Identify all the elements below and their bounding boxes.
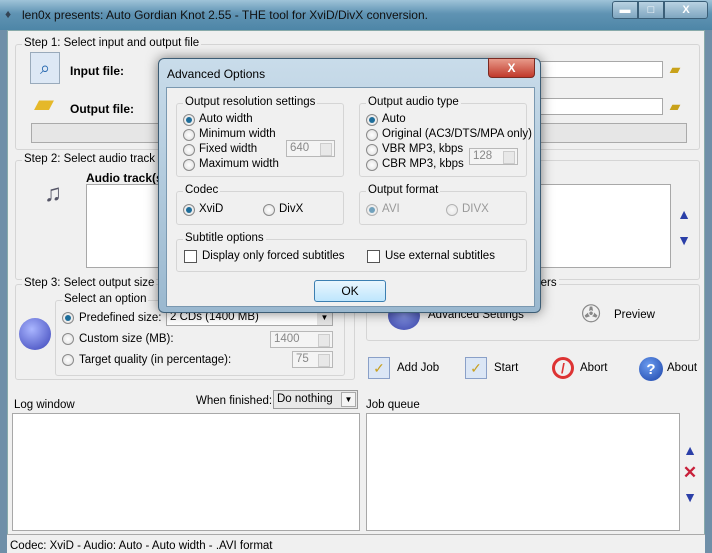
- dialog-title: Advanced Options: [167, 67, 266, 81]
- external-subtitles-label: Use external subtitles: [385, 250, 495, 262]
- audio-original-label: Original (AC3/DTS/MPA only): [382, 128, 532, 140]
- input-file-label: Input file:: [70, 64, 124, 78]
- divx-format-radio[interactable]: [446, 204, 458, 216]
- abort-icon[interactable]: /: [552, 357, 574, 379]
- vbr-mp3-label: VBR MP3, kbps: [382, 143, 464, 155]
- pie-chart-icon: [19, 318, 51, 350]
- cbr-mp3-radio[interactable]: [366, 159, 378, 171]
- audio-auto-label: Auto: [382, 113, 406, 125]
- move-up-arrow-icon[interactable]: ▲: [676, 206, 692, 222]
- film-reel-icon[interactable]: ✇: [575, 298, 607, 330]
- audio-track-label: Audio track(s: [86, 171, 163, 185]
- forced-subtitles-label: Display only forced subtitles: [202, 250, 345, 262]
- when-finished-label: When finished:: [196, 395, 273, 407]
- audio-auto-radio[interactable]: [366, 114, 378, 126]
- audio-type-title: Output audio type: [366, 96, 461, 108]
- output-format-title: Output format: [366, 184, 441, 196]
- when-finished-select[interactable]: Do nothing ▼: [273, 390, 358, 409]
- avi-label: AVI: [382, 203, 400, 215]
- minimize-button[interactable]: ▬: [612, 1, 638, 19]
- when-finished-value: Do nothing: [277, 393, 333, 405]
- external-subtitles-checkbox[interactable]: [367, 250, 380, 263]
- vbr-mp3-radio[interactable]: [366, 144, 378, 156]
- move-down-arrow-icon[interactable]: ▼: [676, 232, 692, 248]
- status-text: Codec: XviD - Audio: Auto - Auto width -…: [10, 540, 273, 552]
- queue-move-down-icon[interactable]: ▼: [682, 489, 698, 505]
- select-option-title: Select an option: [62, 293, 149, 305]
- codec-title: Codec: [183, 184, 221, 196]
- target-quality-radio[interactable]: [62, 354, 74, 366]
- auto-width-radio[interactable]: [183, 114, 195, 126]
- xvid-label: XviD: [199, 203, 224, 215]
- step2-title: Step 2: Select audio track a: [22, 153, 167, 165]
- speaker-icon: ♫: [44, 180, 62, 207]
- minimum-width-label: Minimum width: [199, 128, 276, 140]
- browse-input-folder-icon[interactable]: ▰: [667, 61, 683, 77]
- dialog-body: Output resolution settings Auto width Mi…: [166, 87, 535, 307]
- custom-size-label: Custom size (MB):: [79, 333, 174, 345]
- preview-button[interactable]: Preview: [614, 309, 655, 321]
- output-file-label: Output file:: [70, 102, 134, 116]
- divx-label: DivX: [279, 203, 304, 215]
- output-folder-icon: ▰: [34, 87, 54, 118]
- avi-radio[interactable]: [366, 204, 378, 216]
- maximum-width-radio[interactable]: [183, 159, 195, 171]
- forced-subtitles-checkbox[interactable]: [184, 250, 197, 263]
- help-icon[interactable]: ?: [639, 357, 663, 381]
- custom-size-radio[interactable]: [62, 333, 74, 345]
- job-queue-list[interactable]: [366, 413, 680, 531]
- status-bar: Codec: XviD - Audio: Auto - Auto width -…: [7, 534, 705, 553]
- add-job-icon[interactable]: ✓: [368, 357, 390, 379]
- log-window-label: Log window: [14, 399, 75, 411]
- chevron-down-icon: ▼: [341, 392, 356, 407]
- add-job-button[interactable]: Add Job: [397, 362, 439, 374]
- kbps-spinner[interactable]: 128: [469, 148, 518, 165]
- log-window[interactable]: [12, 413, 360, 531]
- dialog-close-button[interactable]: X: [488, 58, 535, 78]
- step3-title: Step 3: Select output size: [22, 277, 157, 289]
- minimum-width-radio[interactable]: [183, 129, 195, 141]
- about-button[interactable]: About: [667, 362, 697, 374]
- queue-delete-icon[interactable]: ✕: [682, 463, 698, 482]
- predefined-size-radio[interactable]: [62, 312, 74, 324]
- close-button[interactable]: X: [664, 1, 708, 19]
- cbr-mp3-label: CBR MP3, kbps: [382, 158, 464, 170]
- custom-size-spinner[interactable]: 1400: [270, 331, 333, 348]
- divx-format-label: DIVX: [462, 203, 489, 215]
- maximize-button[interactable]: □: [638, 1, 664, 19]
- browse-output-folder-icon[interactable]: ▰: [667, 98, 683, 114]
- job-queue-label: Job queue: [366, 399, 420, 411]
- xvid-radio[interactable]: [183, 204, 195, 216]
- maximum-width-label: Maximum width: [199, 158, 279, 170]
- abort-button[interactable]: Abort: [580, 362, 608, 374]
- step1-title: Step 1: Select input and output file: [22, 37, 202, 49]
- ok-button[interactable]: OK: [314, 280, 386, 302]
- start-button[interactable]: Start: [494, 362, 518, 374]
- magnifier-file-icon: ⌕: [30, 52, 60, 84]
- advanced-options-dialog: Advanced Options X Output resolution set…: [158, 58, 541, 313]
- resolution-title: Output resolution settings: [183, 96, 318, 108]
- queue-move-up-icon[interactable]: ▲: [682, 442, 698, 458]
- window-title: len0x presents: Auto Gordian Knot 2.55 -…: [22, 8, 428, 22]
- app-icon: ♦: [5, 7, 12, 21]
- fixed-width-label: Fixed width: [199, 143, 258, 155]
- width-spinner[interactable]: 640: [286, 140, 335, 157]
- predefined-size-label: Predefined size:: [79, 312, 162, 324]
- subtitle-title: Subtitle options: [183, 232, 266, 244]
- target-quality-spinner[interactable]: 75: [292, 351, 333, 368]
- auto-width-label: Auto width: [199, 113, 253, 125]
- fixed-width-radio[interactable]: [183, 144, 195, 156]
- title-bar: ♦ len0x presents: Auto Gordian Knot 2.55…: [0, 0, 712, 30]
- audio-original-radio[interactable]: [366, 129, 378, 141]
- target-quality-label: Target quality (in percentage):: [79, 354, 232, 366]
- divx-radio[interactable]: [263, 204, 275, 216]
- start-icon[interactable]: ✓: [465, 357, 487, 379]
